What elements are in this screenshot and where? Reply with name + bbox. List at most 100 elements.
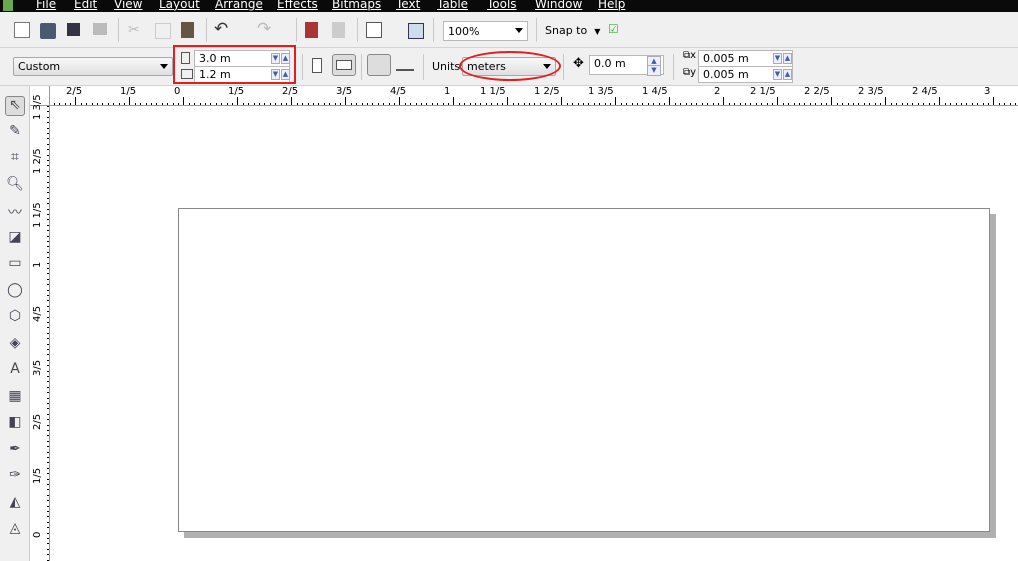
ruler-tick bbox=[874, 103, 876, 105]
ruler-tick bbox=[761, 103, 763, 105]
table-tool-icon[interactable]: ▦ bbox=[5, 388, 25, 408]
ruler-tick bbox=[64, 103, 66, 105]
new-icon[interactable] bbox=[14, 22, 30, 38]
text-tool-icon[interactable]: A bbox=[5, 361, 25, 381]
polygon-tool-icon[interactable]: ⬡ bbox=[5, 308, 25, 328]
paste-icon[interactable] bbox=[181, 22, 194, 38]
print-icon[interactable] bbox=[93, 23, 107, 35]
ruler-tick bbox=[140, 103, 142, 105]
zoom-tool-icon[interactable]: 🔍︎ bbox=[5, 176, 25, 196]
ruler-tick bbox=[107, 103, 109, 105]
application-launcher-icon[interactable] bbox=[366, 22, 382, 38]
shape-tool-icon[interactable]: ✎ bbox=[5, 123, 25, 143]
highlight-oval bbox=[459, 51, 561, 81]
ruler-tick bbox=[237, 97, 239, 105]
ruler-tick bbox=[183, 97, 185, 105]
current-page-icon[interactable] bbox=[396, 59, 414, 71]
import-icon[interactable] bbox=[305, 22, 318, 38]
menu-edit[interactable]: Edit bbox=[74, 0, 97, 11]
ruler-tick bbox=[80, 103, 82, 105]
menu-view[interactable]: View bbox=[114, 0, 142, 11]
ruler-tick bbox=[988, 103, 989, 105]
menu-effects[interactable]: Effects bbox=[277, 0, 318, 11]
pick-tool-icon[interactable]: ⇖ bbox=[5, 96, 25, 116]
ruler-tick bbox=[912, 103, 914, 105]
duplicate-y-down[interactable]: ▼ bbox=[773, 69, 782, 80]
vertical-ruler[interactable]: 1 3/5 1 2/5 1 1/5 1 4/5 3/5 2/5 1/5 0 bbox=[30, 94, 50, 561]
ruler-tick bbox=[480, 103, 482, 105]
ruler-tick bbox=[47, 322, 49, 323]
snap-to-button[interactable]: Snap to ▼ bbox=[545, 24, 600, 37]
menu-bitmaps[interactable]: Bitmaps bbox=[332, 0, 381, 11]
portrait-icon[interactable] bbox=[312, 58, 322, 73]
ruler-tick bbox=[518, 103, 520, 105]
ruler-tick bbox=[464, 103, 466, 105]
ruler-tick bbox=[383, 103, 385, 105]
menu-layout[interactable]: Layout bbox=[159, 0, 200, 11]
ruler-tick bbox=[426, 103, 428, 105]
menu-text[interactable]: Text bbox=[396, 0, 420, 11]
menu-file[interactable]: File bbox=[36, 0, 56, 11]
menu-tools[interactable]: Tools bbox=[487, 0, 517, 11]
save-icon[interactable] bbox=[67, 23, 80, 36]
duplicate-y-up[interactable]: ▲ bbox=[783, 69, 792, 80]
menu-help[interactable]: Help bbox=[598, 0, 625, 11]
basic-shapes-tool-icon[interactable]: ◈ bbox=[5, 335, 25, 355]
menu-arrange[interactable]: Arrange bbox=[215, 0, 263, 11]
ruler-tick bbox=[47, 440, 49, 442]
document-page[interactable] bbox=[178, 208, 990, 532]
ruler-tick bbox=[124, 103, 125, 105]
freehand-tool-icon[interactable]: 〰 bbox=[5, 202, 25, 222]
ruler-tick bbox=[388, 103, 390, 105]
open-icon[interactable] bbox=[40, 23, 56, 39]
smart-fill-tool-icon[interactable]: ◪ bbox=[5, 229, 25, 249]
all-pages-button[interactable] bbox=[367, 54, 391, 76]
ruler-tick bbox=[372, 103, 374, 105]
h-ruler-label: 1/5 bbox=[228, 86, 245, 97]
ruler-tick bbox=[47, 430, 49, 431]
snap-options-icon[interactable]: ☑ bbox=[608, 22, 624, 38]
ruler-tick bbox=[47, 354, 49, 356]
ruler-tick bbox=[340, 103, 341, 105]
crop-tool-icon[interactable]: ⌗ bbox=[5, 149, 25, 169]
nudge-down[interactable]: ▼ bbox=[647, 65, 661, 76]
duplicate-x-up[interactable]: ▲ bbox=[783, 53, 792, 64]
h-ruler-label: 0 bbox=[174, 86, 181, 97]
ellipse-tool-icon[interactable]: ◯ bbox=[5, 282, 25, 302]
ruler-tick bbox=[772, 103, 773, 105]
undo-icon[interactable]: ↶ bbox=[214, 19, 230, 39]
ruler-tick bbox=[210, 103, 212, 105]
outline-tool-icon[interactable]: ✑ bbox=[5, 467, 25, 487]
ruler-tick bbox=[47, 548, 49, 550]
welcome-screen-icon[interactable] bbox=[408, 23, 424, 39]
ruler-tick bbox=[188, 103, 190, 105]
menu-window[interactable]: Window bbox=[535, 0, 582, 11]
ruler-tick bbox=[47, 311, 49, 313]
duplicate-x-down[interactable]: ▼ bbox=[773, 53, 782, 64]
landscape-button[interactable] bbox=[332, 54, 356, 76]
menu-table[interactable]: Table bbox=[437, 0, 468, 11]
ruler-tick bbox=[399, 97, 401, 105]
zoom-level-combo[interactable]: 100% bbox=[443, 21, 528, 41]
rectangle-tool-icon[interactable]: ▭ bbox=[5, 255, 25, 275]
ruler-tick bbox=[442, 103, 444, 105]
horizontal-ruler[interactable]: 2/5 1/5 0 1/5 2/5 3/5 4/5 1 1 1/5 1 2/5 1 3/5 1 4/5… bbox=[50, 86, 1018, 106]
ruler-tick bbox=[793, 103, 795, 105]
interactive-fill-tool-icon[interactable]: ◬ bbox=[5, 520, 25, 540]
ruler-tick bbox=[680, 103, 682, 105]
ruler-tick bbox=[815, 103, 817, 105]
interactive-blend-tool-icon[interactable]: ◧ bbox=[5, 414, 25, 434]
copy-icon[interactable] bbox=[155, 23, 171, 39]
fill-tool-icon[interactable]: ◭ bbox=[5, 494, 25, 514]
ruler-tick bbox=[491, 103, 493, 105]
ruler-tick bbox=[599, 103, 601, 105]
ruler-tick bbox=[47, 106, 49, 107]
export-icon[interactable] bbox=[332, 22, 345, 38]
eyedropper-tool-icon[interactable]: ✒ bbox=[5, 441, 25, 461]
ruler-tick bbox=[47, 116, 49, 118]
ruler-tick bbox=[47, 262, 49, 264]
ruler-tick bbox=[47, 521, 49, 523]
redo-icon[interactable]: ↷ bbox=[257, 19, 273, 39]
cut-icon[interactable]: ✂ bbox=[128, 22, 144, 38]
page-size-combo[interactable]: Custom bbox=[13, 57, 173, 76]
